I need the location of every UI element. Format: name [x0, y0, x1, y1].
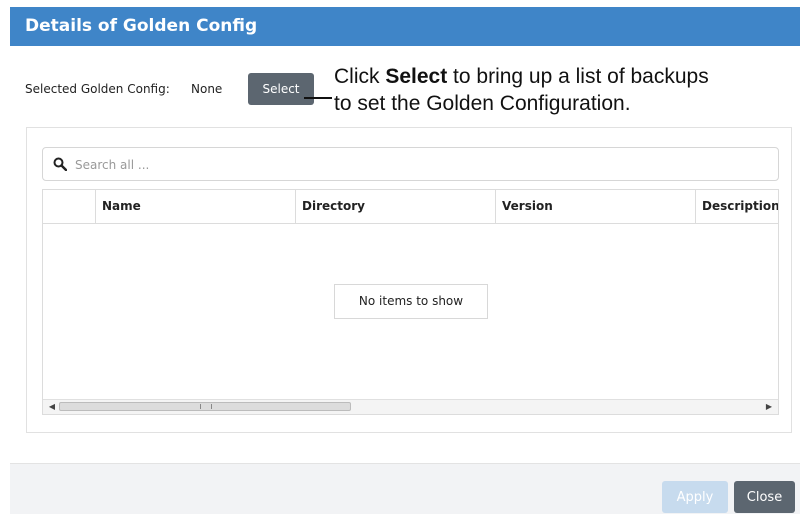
apply-button[interactable]: Apply: [662, 481, 728, 513]
dialog-title: Details of Golden Config: [10, 7, 800, 46]
golden-config-dialog: Details of Golden Config Selected Golden…: [10, 7, 800, 514]
select-button[interactable]: Select: [248, 73, 314, 105]
close-button[interactable]: Close: [734, 481, 795, 513]
scroll-left-arrow-icon[interactable]: ◀: [45, 400, 59, 414]
callout-line: [304, 97, 332, 99]
backups-grid: Name Directory Version Description No it…: [42, 189, 779, 415]
selected-golden-config-value: None: [191, 82, 223, 96]
empty-message: No items to show: [334, 284, 488, 319]
callout-line2: to set the Golden Configuration.: [334, 92, 631, 115]
scroll-right-arrow-icon[interactable]: ▶: [762, 400, 776, 414]
callout-bold: Select: [385, 65, 448, 88]
callout-line1-rest: to bring up a list of backups: [447, 65, 709, 88]
column-header-select[interactable]: [43, 190, 95, 223]
scroll-thumb[interactable]: [59, 402, 351, 411]
column-header-description[interactable]: Description: [695, 190, 778, 223]
dialog-footer: Apply Close: [10, 463, 800, 514]
search-box[interactable]: [42, 147, 779, 181]
column-header-version[interactable]: Version: [495, 190, 695, 223]
search-input[interactable]: [73, 150, 767, 180]
callout-annotation: Click Select to bring up a list of backu…: [334, 63, 774, 117]
grid-header: Name Directory Version Description: [43, 190, 778, 224]
search-icon: [53, 157, 67, 171]
callout-prefix: Click: [334, 65, 386, 88]
column-header-directory[interactable]: Directory: [295, 190, 495, 223]
scroll-grip-icon: [200, 404, 212, 409]
selected-golden-config-label: Selected Golden Config:: [25, 82, 170, 96]
horizontal-scrollbar[interactable]: ◀ ▶: [43, 399, 778, 414]
column-header-name[interactable]: Name: [95, 190, 295, 223]
